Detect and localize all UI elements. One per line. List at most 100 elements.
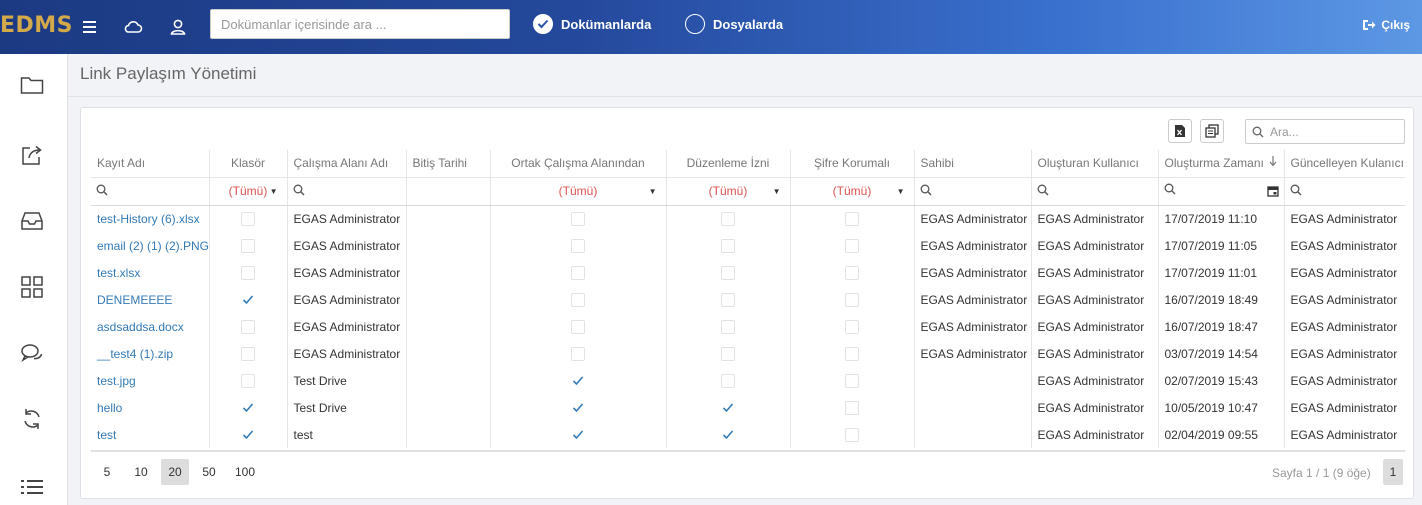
cell-record-name[interactable]: email (2) (1) (2).PNG: [91, 232, 209, 259]
page-size-selector: 5 10 20 50 100: [93, 459, 267, 485]
header-col-folder[interactable]: Klasör: [208, 150, 287, 178]
record-name-link[interactable]: test.xlsx: [97, 266, 140, 280]
cell-password: [789, 286, 914, 313]
record-name-link[interactable]: __test4 (1).zip: [97, 347, 173, 361]
cell-password: [789, 340, 914, 367]
filter-dropdown[interactable]: (Tümü) ▼: [796, 184, 909, 198]
cell-created: 17/07/2019 11:01: [1157, 259, 1284, 286]
table-row[interactable]: __test4 (1).zip EGAS Administrator EGAS Ad…: [91, 340, 1405, 367]
header-col-owner[interactable]: Sahibi: [913, 150, 1031, 178]
app-logo[interactable]: EDMS: [0, 13, 73, 38]
header-col-shared[interactable]: Ortak Çalışma Alanından: [489, 150, 666, 178]
cell-workspace: Test Drive: [286, 367, 406, 394]
table-row[interactable]: test.xlsx EGAS Administrator EGAS Administ…: [91, 259, 1405, 286]
filter-col-end-date[interactable]: [405, 177, 490, 206]
record-name-link[interactable]: test: [97, 428, 116, 442]
cell-folder: [208, 340, 287, 367]
title-divider: [68, 96, 1422, 97]
cell-record-name[interactable]: __test4 (1).zip: [91, 340, 209, 367]
page-size-10[interactable]: 10: [127, 459, 155, 485]
table-row[interactable]: test-History (6).xlsx EGAS Administrator E…: [91, 205, 1405, 232]
cell-shared: [489, 286, 666, 313]
share-icon[interactable]: [18, 141, 46, 169]
cell-record-name[interactable]: test-History (6).xlsx: [91, 205, 209, 232]
record-name-link[interactable]: DENEMEEEE: [97, 293, 172, 307]
page-size-50[interactable]: 50: [195, 459, 223, 485]
header-col-password[interactable]: Şifre Korumalı: [789, 150, 914, 178]
filter-col-password[interactable]: (Tümü) ▼: [789, 177, 914, 206]
grid-search-box[interactable]: [1245, 119, 1405, 144]
sync-icon[interactable]: [18, 405, 46, 433]
cell-record-name[interactable]: test.jpg: [91, 367, 209, 394]
cell-edit: [665, 259, 790, 286]
document-search-input[interactable]: [210, 9, 510, 39]
table-row[interactable]: hello Test Drive EGAS Administrator 10/05/2…: [91, 394, 1405, 421]
logout-button[interactable]: Çıkış: [1362, 18, 1410, 32]
page-number-button[interactable]: 1: [1383, 459, 1403, 485]
filter-col-shared[interactable]: (Tümü) ▼: [489, 177, 666, 206]
filter-col-workspace[interactable]: [286, 177, 406, 206]
cell-updater: EGAS Administrator: [1283, 340, 1405, 367]
cell-creator: EGAS Administrator: [1030, 394, 1158, 421]
record-name-link[interactable]: hello: [97, 401, 122, 415]
grid-icon[interactable]: [18, 273, 46, 301]
calendar-icon[interactable]: [1266, 185, 1279, 200]
cell-record-name[interactable]: asdsaddsa.docx: [91, 313, 209, 340]
header-col-workspace[interactable]: Çalışma Alanı Adı: [286, 150, 406, 178]
table-row[interactable]: asdsaddsa.docx EGAS Administrator EGAS Adm…: [91, 313, 1405, 340]
table-row[interactable]: email (2) (1) (2).PNG EGAS Administrator E…: [91, 232, 1405, 259]
filter-col-creator[interactable]: [1030, 177, 1158, 206]
record-name-link[interactable]: asdsaddsa.docx: [97, 320, 184, 334]
scope-documents-radio[interactable]: Dokümanlarda: [533, 14, 651, 34]
cell-edit: [665, 340, 790, 367]
table-row[interactable]: DENEMEEEE EGAS Administrator EGAS Administ…: [91, 286, 1405, 313]
filter-dropdown[interactable]: (Tümü) ▼: [496, 184, 661, 198]
filter-col-edit[interactable]: (Tümü) ▼: [665, 177, 790, 206]
cell-owner: EGAS Administrator: [913, 340, 1031, 367]
menu-icon[interactable]: [78, 15, 102, 39]
list-icon[interactable]: [18, 473, 46, 501]
record-name-link[interactable]: test-History (6).xlsx: [97, 212, 200, 226]
unchecked-checkbox: [571, 212, 585, 227]
page-size-5[interactable]: 5: [93, 459, 121, 485]
cell-workspace: EGAS Administrator: [286, 340, 406, 367]
filter-col-created[interactable]: [1157, 177, 1284, 206]
header-col-end-date[interactable]: Bitiş Tarihi: [405, 150, 490, 178]
header-col-updater[interactable]: Güncelleyen Kulanıcı: [1283, 150, 1405, 178]
cell-record-name[interactable]: hello: [91, 394, 209, 421]
record-name-link[interactable]: test.jpg: [97, 374, 136, 388]
cell-record-name[interactable]: test: [91, 421, 209, 448]
grid-search-input[interactable]: [1270, 124, 1390, 139]
filter-col-updater[interactable]: [1283, 177, 1405, 206]
page-size-20[interactable]: 20: [161, 459, 189, 485]
filter-col-record-name[interactable]: [91, 177, 209, 206]
columns-icon: [1205, 124, 1219, 138]
folder-icon[interactable]: [18, 71, 46, 99]
logout-icon: [1363, 20, 1376, 30]
header-col-created[interactable]: Oluşturma Zamanı: [1157, 150, 1284, 178]
filter-col-folder[interactable]: (Tümü) ▼: [208, 177, 287, 206]
cloud-icon[interactable]: [121, 15, 145, 39]
chat-icon[interactable]: [18, 339, 46, 367]
column-chooser-button[interactable]: [1200, 119, 1224, 143]
filter-dropdown[interactable]: (Tümü) ▼: [672, 184, 785, 198]
cell-record-name[interactable]: DENEMEEEE: [91, 286, 209, 313]
header-col-edit[interactable]: Düzenleme İzni: [665, 150, 790, 178]
checked-icon: [571, 428, 585, 442]
record-name-link[interactable]: email (2) (1) (2).PNG: [97, 239, 209, 253]
table-row[interactable]: test test EGAS Administrator 02/04/2019 09:…: [91, 421, 1405, 448]
cell-record-name[interactable]: test.xlsx: [91, 259, 209, 286]
page-size-100[interactable]: 100: [229, 459, 261, 485]
export-excel-button[interactable]: [1168, 119, 1192, 143]
unchecked-checkbox: [571, 238, 585, 253]
header-col-creator[interactable]: Oluşturan Kullanıcı: [1030, 150, 1158, 178]
table-row[interactable]: test.jpg Test Drive EGAS Administrator 02/0…: [91, 367, 1405, 394]
unchecked-checkbox: [845, 265, 859, 280]
filter-col-owner[interactable]: [913, 177, 1031, 206]
user-icon[interactable]: [166, 15, 190, 39]
header-col-record-name[interactable]: Kayıt Adı: [91, 150, 209, 178]
cell-owner: EGAS Administrator: [913, 313, 1031, 340]
filter-dropdown[interactable]: (Tümü) ▼: [215, 184, 282, 198]
scope-files-radio[interactable]: Dosyalarda: [685, 14, 783, 34]
inbox-icon[interactable]: [18, 207, 46, 235]
